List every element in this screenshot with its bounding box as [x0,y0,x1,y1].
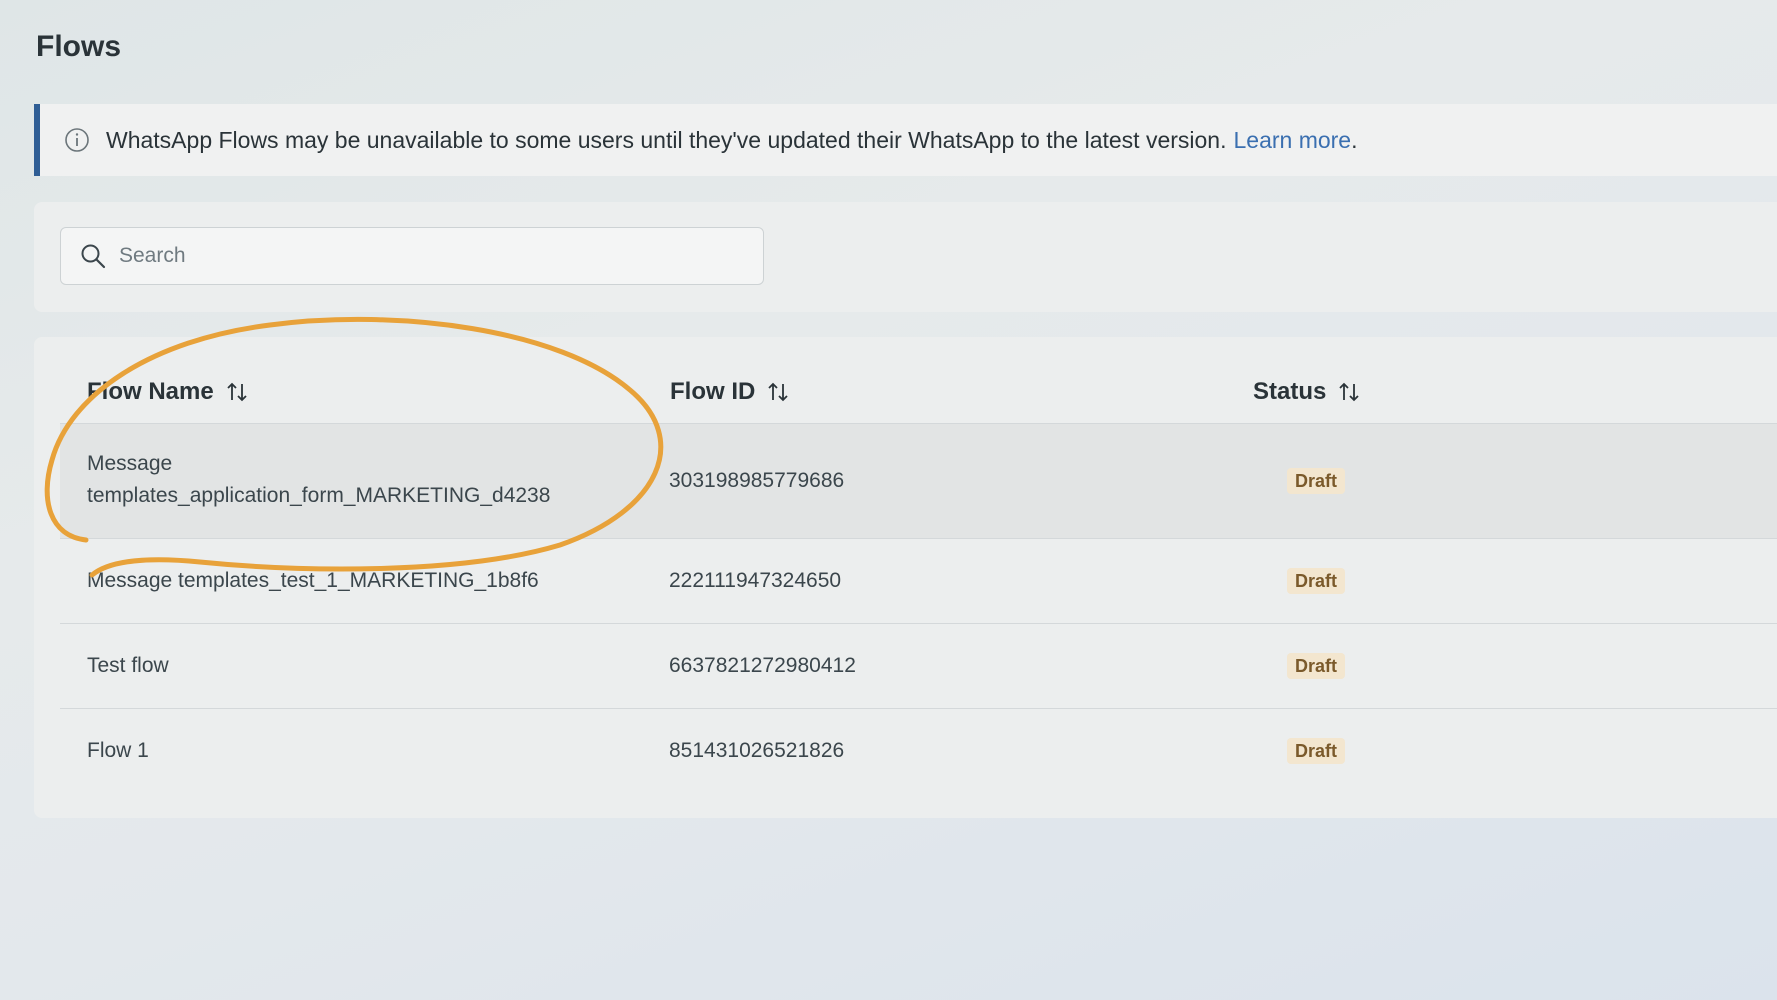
status-cell: Draft [1287,565,1346,597]
table-row[interactable]: Test flow 6637821272980412 Draft [60,624,1777,709]
column-header-label: Flow ID [670,378,756,405]
flow-id-cell: 851431026521826 [669,739,845,762]
search-icon [81,244,106,269]
info-banner: WhatsApp Flows may be unavailable to som… [34,104,1777,176]
learn-more-link[interactable]: Learn more [1233,127,1351,154]
status-cell: Draft [1287,650,1346,682]
flow-name-cell: Message templates_application_form_MARKE… [87,448,647,512]
column-header-label: Status [1253,378,1327,405]
flow-name-cell: Message templates_test_1_MARKETING_1b8f6 [87,569,539,592]
flow-name-line: templates_application_form_MARKETING_d42… [87,484,551,507]
flow-name-cell: Flow 1 [87,739,149,762]
search-panel [34,202,1777,312]
table-row[interactable]: Message templates_application_form_MARKE… [60,423,1777,539]
column-header-label: Flow Name [87,378,214,405]
flow-name-line: Message [87,452,173,475]
sort-arrows-icon[interactable] [765,379,791,405]
page-title: Flows [36,30,122,63]
status-badge: Draft [1287,653,1346,679]
sort-arrows-icon[interactable] [1336,379,1362,405]
status-cell: Draft [1287,465,1346,497]
status-badge: Draft [1287,568,1346,594]
table-row[interactable]: Message templates_test_1_MARKETING_1b8f6… [60,539,1777,624]
column-header-flow-name[interactable]: Flow Name [87,377,250,407]
flow-name-cell: Test flow [87,654,169,677]
status-cell: Draft [1287,735,1346,767]
info-icon [65,128,89,152]
column-header-status[interactable]: Status [1253,377,1362,407]
banner-message: WhatsApp Flows may be unavailable to som… [106,126,1227,153]
column-header-flow-id[interactable]: Flow ID [670,377,791,407]
flow-id-cell: 6637821272980412 [669,654,856,677]
sort-arrows-icon[interactable] [224,379,250,405]
flows-table: Flow Name Flow ID Status Message templat… [34,337,1777,818]
status-badge: Draft [1287,738,1346,764]
flow-id-cell: 303198985779686 [669,469,845,492]
table-row[interactable]: Flow 1 851431026521826 Draft [60,709,1777,794]
search-box[interactable] [60,227,764,285]
search-input[interactable] [117,243,721,269]
flow-id-cell: 222111947324650 [669,569,842,592]
banner-period: . [1351,126,1358,153]
status-badge: Draft [1287,468,1346,494]
